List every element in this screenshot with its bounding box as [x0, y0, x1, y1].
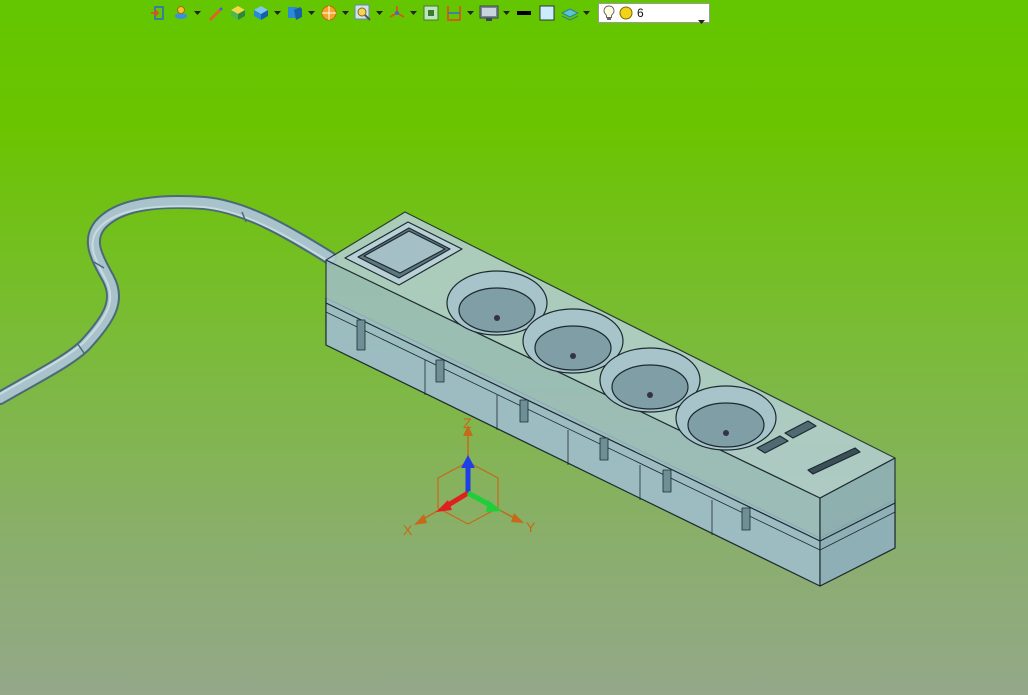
triad-icon[interactable] — [387, 2, 407, 24]
x-axis-label: X — [403, 522, 413, 538]
chevron-down-icon[interactable] — [583, 2, 590, 24]
fit-icon[interactable] — [421, 2, 441, 24]
layer-icon[interactable] — [560, 2, 580, 24]
light-color-swatch — [619, 6, 633, 20]
chevron-down-icon[interactable] — [467, 2, 474, 24]
line-color-icon[interactable] — [514, 2, 534, 24]
light-bulb-icon — [603, 5, 615, 21]
z-axis-label: Z — [463, 415, 472, 431]
inquire-icon[interactable] — [171, 2, 191, 24]
y-axis-label: Y — [526, 519, 536, 535]
chevron-down-icon[interactable] — [342, 2, 349, 24]
light-source-select[interactable]: 6 — [598, 3, 710, 24]
3d-viewport[interactable]: Z X Y — [0, 0, 1028, 695]
chevron-down-icon[interactable] — [503, 2, 510, 24]
view-toolbar: 6 — [148, 1, 710, 25]
render-mode-icon[interactable] — [319, 2, 339, 24]
pencil-icon[interactable] — [205, 2, 225, 24]
chevron-down-icon[interactable] — [194, 2, 201, 24]
view-orient-icon[interactable] — [251, 2, 271, 24]
background-icon[interactable] — [537, 2, 557, 24]
chevron-down-icon[interactable] — [308, 2, 315, 24]
named-view-icon[interactable] — [285, 2, 305, 24]
chevron-down-icon[interactable] — [410, 2, 417, 24]
cube-yellow-icon[interactable] — [228, 2, 248, 24]
power-cable[interactable] — [0, 194, 337, 405]
display-mode-icon[interactable] — [478, 2, 500, 24]
chevron-down-icon[interactable] — [698, 9, 705, 28]
light-source-value: 6 — [637, 6, 644, 20]
chevron-down-icon[interactable] — [274, 2, 281, 24]
section-view-icon[interactable] — [444, 2, 464, 24]
chevron-down-icon[interactable] — [376, 2, 383, 24]
zoom-area-icon[interactable] — [353, 2, 373, 24]
exit-sketch-icon[interactable] — [148, 2, 168, 24]
